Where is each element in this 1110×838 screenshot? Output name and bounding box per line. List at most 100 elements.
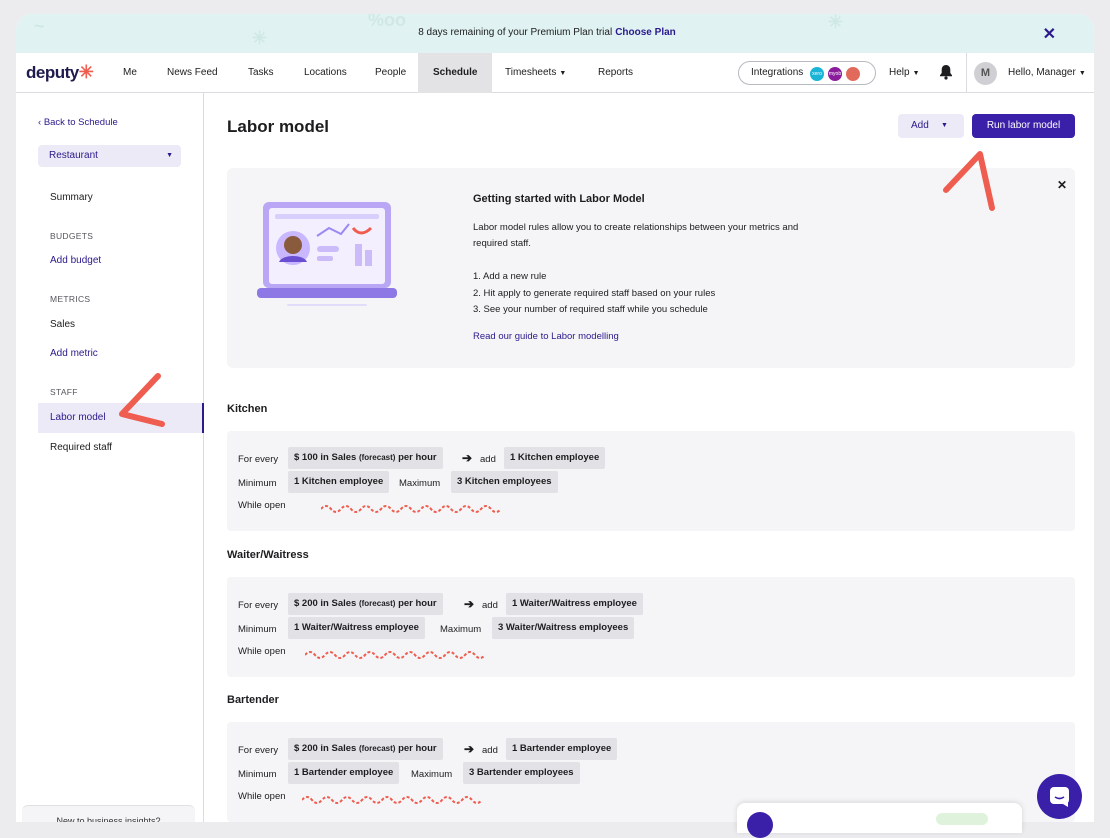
top-nav: deputy✳ Me News Feed Tasks Locations Peo… (16, 53, 1094, 93)
location-value: Restaurant (49, 150, 98, 161)
sidebar: ‹ Back to Schedule Restaurant ▼ Summary B… (16, 93, 204, 822)
back-to-schedule-link[interactable]: ‹ Back to Schedule (38, 117, 118, 128)
rate-unit: per hour (398, 743, 437, 754)
avatar[interactable]: M (974, 62, 997, 85)
maximum-value-pill[interactable]: 3 Kitchen employees (451, 471, 558, 493)
add-label: add (480, 454, 496, 465)
intro-steps: 1. Add a new rule 2. Hit apply to genera… (473, 269, 715, 319)
sidebar-item-required-staff[interactable]: Required staff (50, 442, 112, 453)
asterisk-icon: ✳ (78, 62, 94, 82)
minimum-label: Minimum (238, 769, 277, 780)
quickbooks-icon (846, 67, 860, 81)
minimum-value-pill[interactable]: 1 Kitchen employee (288, 471, 390, 493)
deputy-logo[interactable]: deputy✳ (26, 62, 94, 83)
integrations-label: Integrations (751, 67, 804, 78)
rate-amount: $ 200 in Sales (294, 598, 357, 609)
maximum-label: Maximum (399, 478, 441, 489)
close-icon[interactable]: ✕ (1043, 24, 1056, 44)
back-label: Back to Schedule (43, 117, 118, 128)
app-window: ~ %oo ✳ ✳ 8 days remaining of your Premi… (16, 14, 1094, 822)
for-every-label: For every (238, 745, 279, 756)
help-menu[interactable]: Help ▼ (889, 53, 920, 93)
nav-item-people[interactable]: People (375, 53, 406, 93)
minimum-value-pill[interactable]: 1 Waiter/Waitress employee (288, 617, 425, 639)
run-labor-model-button[interactable]: Run labor model (972, 114, 1075, 138)
nav-item-me[interactable]: Me (123, 53, 137, 93)
chat-icon (1050, 787, 1069, 807)
rate-pill[interactable]: $ 200 in Sales (forecast) per hour (288, 738, 443, 760)
intro-description: Labor model rules allow you to create re… (473, 222, 799, 249)
labor-guide-link[interactable]: Read our guide to Labor modelling (473, 331, 619, 342)
bell-icon[interactable] (939, 64, 953, 83)
chat-launcher-button[interactable] (1037, 774, 1082, 819)
annotation-arrow-icon (943, 151, 995, 211)
arrow-right-icon: ➔ (464, 597, 475, 611)
while-open-label: While open (238, 500, 286, 511)
while-open-label: While open (238, 646, 286, 657)
role-title-waiter: Waiter/Waitress (227, 549, 309, 561)
sidebar-item-add-metric[interactable]: Add metric (50, 348, 98, 359)
add-value-pill[interactable]: 1 Kitchen employee (504, 447, 606, 469)
add-label: Add (911, 120, 929, 131)
nav-item-schedule[interactable]: Schedule (418, 53, 493, 93)
sidebar-item-sales[interactable]: Sales (50, 319, 75, 330)
maximum-value-pill[interactable]: 3 Waiter/Waitress employees (492, 617, 635, 639)
timesheets-label: Timesheets (505, 67, 557, 78)
for-every-label: For every (238, 600, 279, 611)
sidebar-item-summary[interactable]: Summary (50, 192, 93, 203)
nav-item-locations[interactable]: Locations (304, 53, 347, 93)
nav-divider (966, 53, 967, 93)
role-title-kitchen: Kitchen (227, 403, 268, 415)
maximum-value-pill[interactable]: 3 Bartender employees (463, 762, 580, 784)
user-menu[interactable]: Hello, Manager ▼ (1008, 67, 1086, 78)
arrow-right-icon: ➔ (462, 451, 473, 465)
xero-icon: xero (810, 67, 824, 81)
nav-item-timesheets[interactable]: Timesheets ▼ (505, 53, 566, 93)
chevron-down-icon: ▼ (941, 122, 948, 129)
add-label: add (482, 600, 498, 611)
role-title-bartender: Bartender (227, 694, 279, 706)
rate-pill[interactable]: $ 100 in Sales (forecast) per hour (288, 447, 443, 469)
add-button[interactable]: Add ▼ (898, 114, 964, 138)
maximum-label: Maximum (411, 769, 453, 780)
rate-qualifier: (forecast) (358, 453, 396, 462)
notification-toast[interactable] (737, 803, 1022, 838)
toast-avatar (747, 812, 773, 838)
add-label: add (482, 745, 498, 756)
add-value-pill[interactable]: 1 Waiter/Waitress employee (506, 593, 643, 615)
integrations-button[interactable]: Integrations xero myob (738, 61, 876, 85)
rate-amount: $ 100 in Sales (294, 452, 357, 463)
chevron-down-icon: ▼ (559, 70, 567, 77)
annotation-squiggle-icon (321, 505, 502, 513)
rule-card-kitchen: For every $ 100 in Sales (forecast) per … (227, 431, 1075, 531)
while-open-label: While open (238, 791, 286, 802)
nav-item-tasks[interactable]: Tasks (248, 53, 274, 93)
location-select[interactable]: Restaurant ▼ (38, 145, 181, 167)
laptop-illustration-icon (257, 202, 397, 306)
sidebar-item-labor-model[interactable]: Labor model (50, 412, 106, 423)
arrow-right-icon: ➔ (464, 742, 475, 756)
intro-title: Getting started with Labor Model (473, 193, 645, 205)
chevron-down-icon: ▼ (166, 152, 173, 159)
add-value-pill[interactable]: 1 Bartender employee (506, 738, 618, 760)
rate-pill[interactable]: $ 200 in Sales (forecast) per hour (288, 593, 443, 615)
annotation-arrow-icon (119, 373, 165, 427)
close-icon[interactable]: ✕ (1057, 178, 1067, 192)
nav-item-news-feed[interactable]: News Feed (167, 53, 218, 93)
minimum-value-pill[interactable]: 1 Bartender employee (288, 762, 400, 784)
rate-unit: per hour (398, 452, 437, 463)
nav-item-reports[interactable]: Reports (598, 53, 633, 93)
rate-qualifier: (forecast) (358, 744, 396, 753)
rate-amount: $ 200 in Sales (294, 743, 357, 754)
maximum-label: Maximum (440, 624, 482, 635)
intro-step: 3. See your number of required staff whi… (473, 304, 708, 315)
choose-plan-link[interactable]: Choose Plan (615, 27, 676, 38)
toast-status-pill (936, 813, 988, 825)
chevron-down-icon: ▼ (912, 70, 920, 77)
for-every-label: For every (238, 454, 279, 465)
minimum-label: Minimum (238, 624, 277, 635)
business-insights-promo[interactable]: New to business insights? (22, 805, 195, 822)
trial-message-text: 8 days remaining of your Premium Plan tr… (418, 27, 613, 38)
sidebar-item-add-budget[interactable]: Add budget (50, 255, 101, 266)
intro-step: 1. Add a new rule (473, 271, 547, 282)
